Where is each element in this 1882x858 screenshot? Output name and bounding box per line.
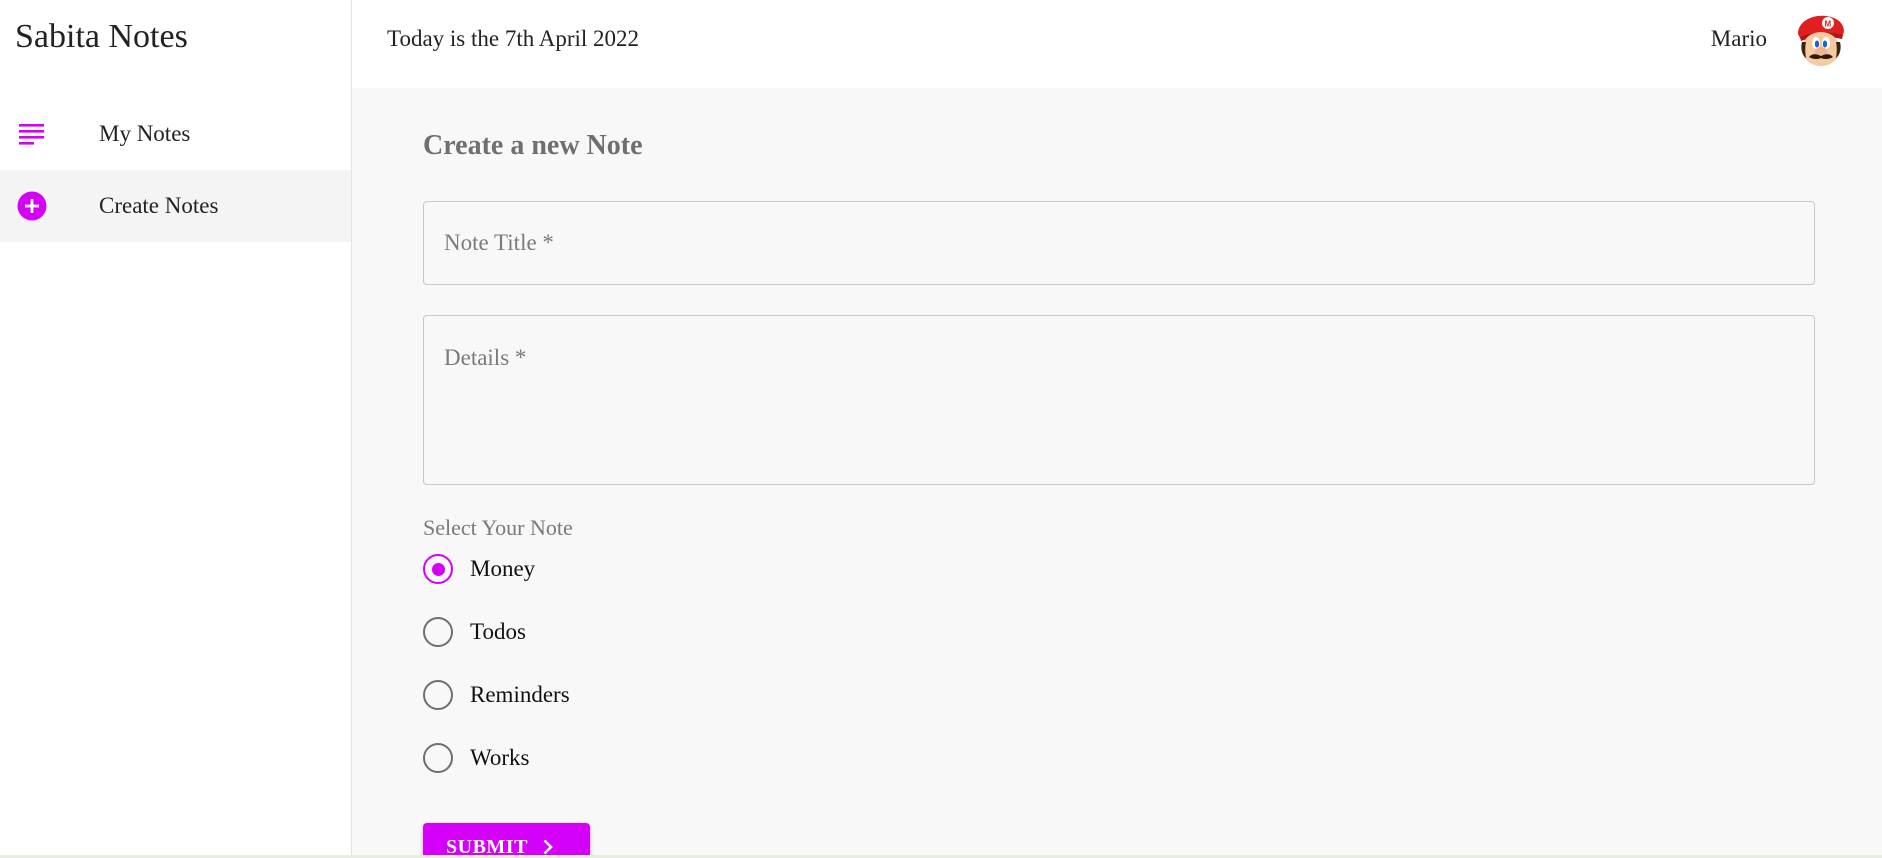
sidebar-item-label: Create Notes bbox=[99, 193, 219, 218]
app-root: Sabita Notes My Notes Create Notes Today… bbox=[0, 0, 1882, 858]
date-text: Today is the 7th April 2022 bbox=[387, 26, 640, 51]
category-label: Select Your Note bbox=[423, 515, 573, 540]
top-app-bar: Today is the 7th April 2022 Mario M bbox=[352, 0, 1882, 88]
submit-button[interactable]: SUBMIT bbox=[423, 823, 590, 858]
radio-label: Works bbox=[470, 745, 530, 770]
radio-unchecked-icon[interactable] bbox=[423, 617, 453, 647]
radio-option-reminders[interactable]: Reminders bbox=[423, 677, 683, 740]
svg-text:M: M bbox=[1825, 20, 1832, 29]
app-brand: Sabita Notes bbox=[15, 18, 188, 55]
radio-label: Money bbox=[470, 556, 536, 581]
sidebar-nav: My Notes Create Notes bbox=[0, 98, 351, 242]
sidebar-item-create-notes[interactable]: Create Notes bbox=[0, 170, 351, 242]
radio-unchecked-icon[interactable] bbox=[423, 680, 453, 710]
chevron-right-icon bbox=[542, 839, 554, 855]
radio-option-money[interactable]: Money bbox=[423, 551, 683, 614]
sidebar-item-my-notes[interactable]: My Notes bbox=[0, 98, 351, 170]
sidebar: Sabita Notes My Notes Create Notes bbox=[0, 0, 352, 858]
sidebar-item-label: My Notes bbox=[99, 121, 191, 146]
user-name: Mario bbox=[1710, 26, 1767, 51]
avatar[interactable]: M bbox=[1790, 10, 1850, 70]
category-radio-group: Money Todos Reminders Works bbox=[423, 551, 683, 803]
mario-avatar-icon: M bbox=[1790, 10, 1850, 70]
radio-label: Reminders bbox=[470, 682, 570, 707]
add-circle-icon bbox=[17, 191, 47, 221]
radio-label: Todos bbox=[470, 619, 526, 644]
page-title: Create a new Note bbox=[423, 130, 643, 161]
radio-unchecked-icon[interactable] bbox=[423, 743, 453, 773]
radio-option-todos[interactable]: Todos bbox=[423, 614, 683, 677]
subject-icon bbox=[17, 119, 47, 149]
main-content: Create a new Note Select Your Note Money… bbox=[352, 88, 1882, 858]
radio-checked-icon[interactable] bbox=[423, 554, 453, 584]
note-title-input[interactable] bbox=[423, 201, 1815, 285]
details-textarea[interactable] bbox=[423, 315, 1815, 485]
radio-option-works[interactable]: Works bbox=[423, 740, 683, 803]
